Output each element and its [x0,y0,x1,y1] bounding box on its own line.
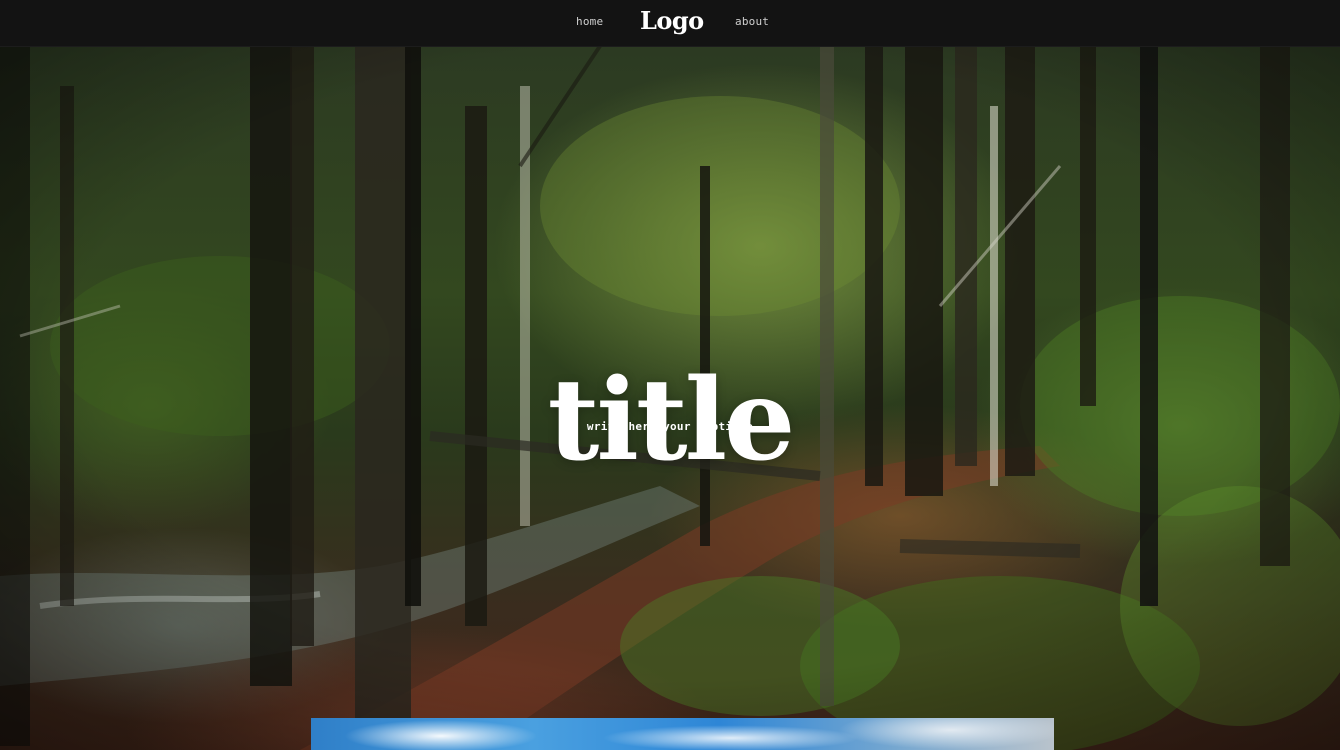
page: home Logo about title write here your su… [0,0,1340,750]
nav-link-about[interactable]: about [735,15,769,28]
hero-section: title write here your subtitle [0,46,1340,750]
site-logo[interactable]: Logo [640,6,704,35]
nav-link-home[interactable]: home [576,15,603,28]
hero-subtitle: write here your subtitle [586,420,754,433]
top-navbar: home Logo about [0,0,1340,47]
sky-image-card [311,718,1054,750]
